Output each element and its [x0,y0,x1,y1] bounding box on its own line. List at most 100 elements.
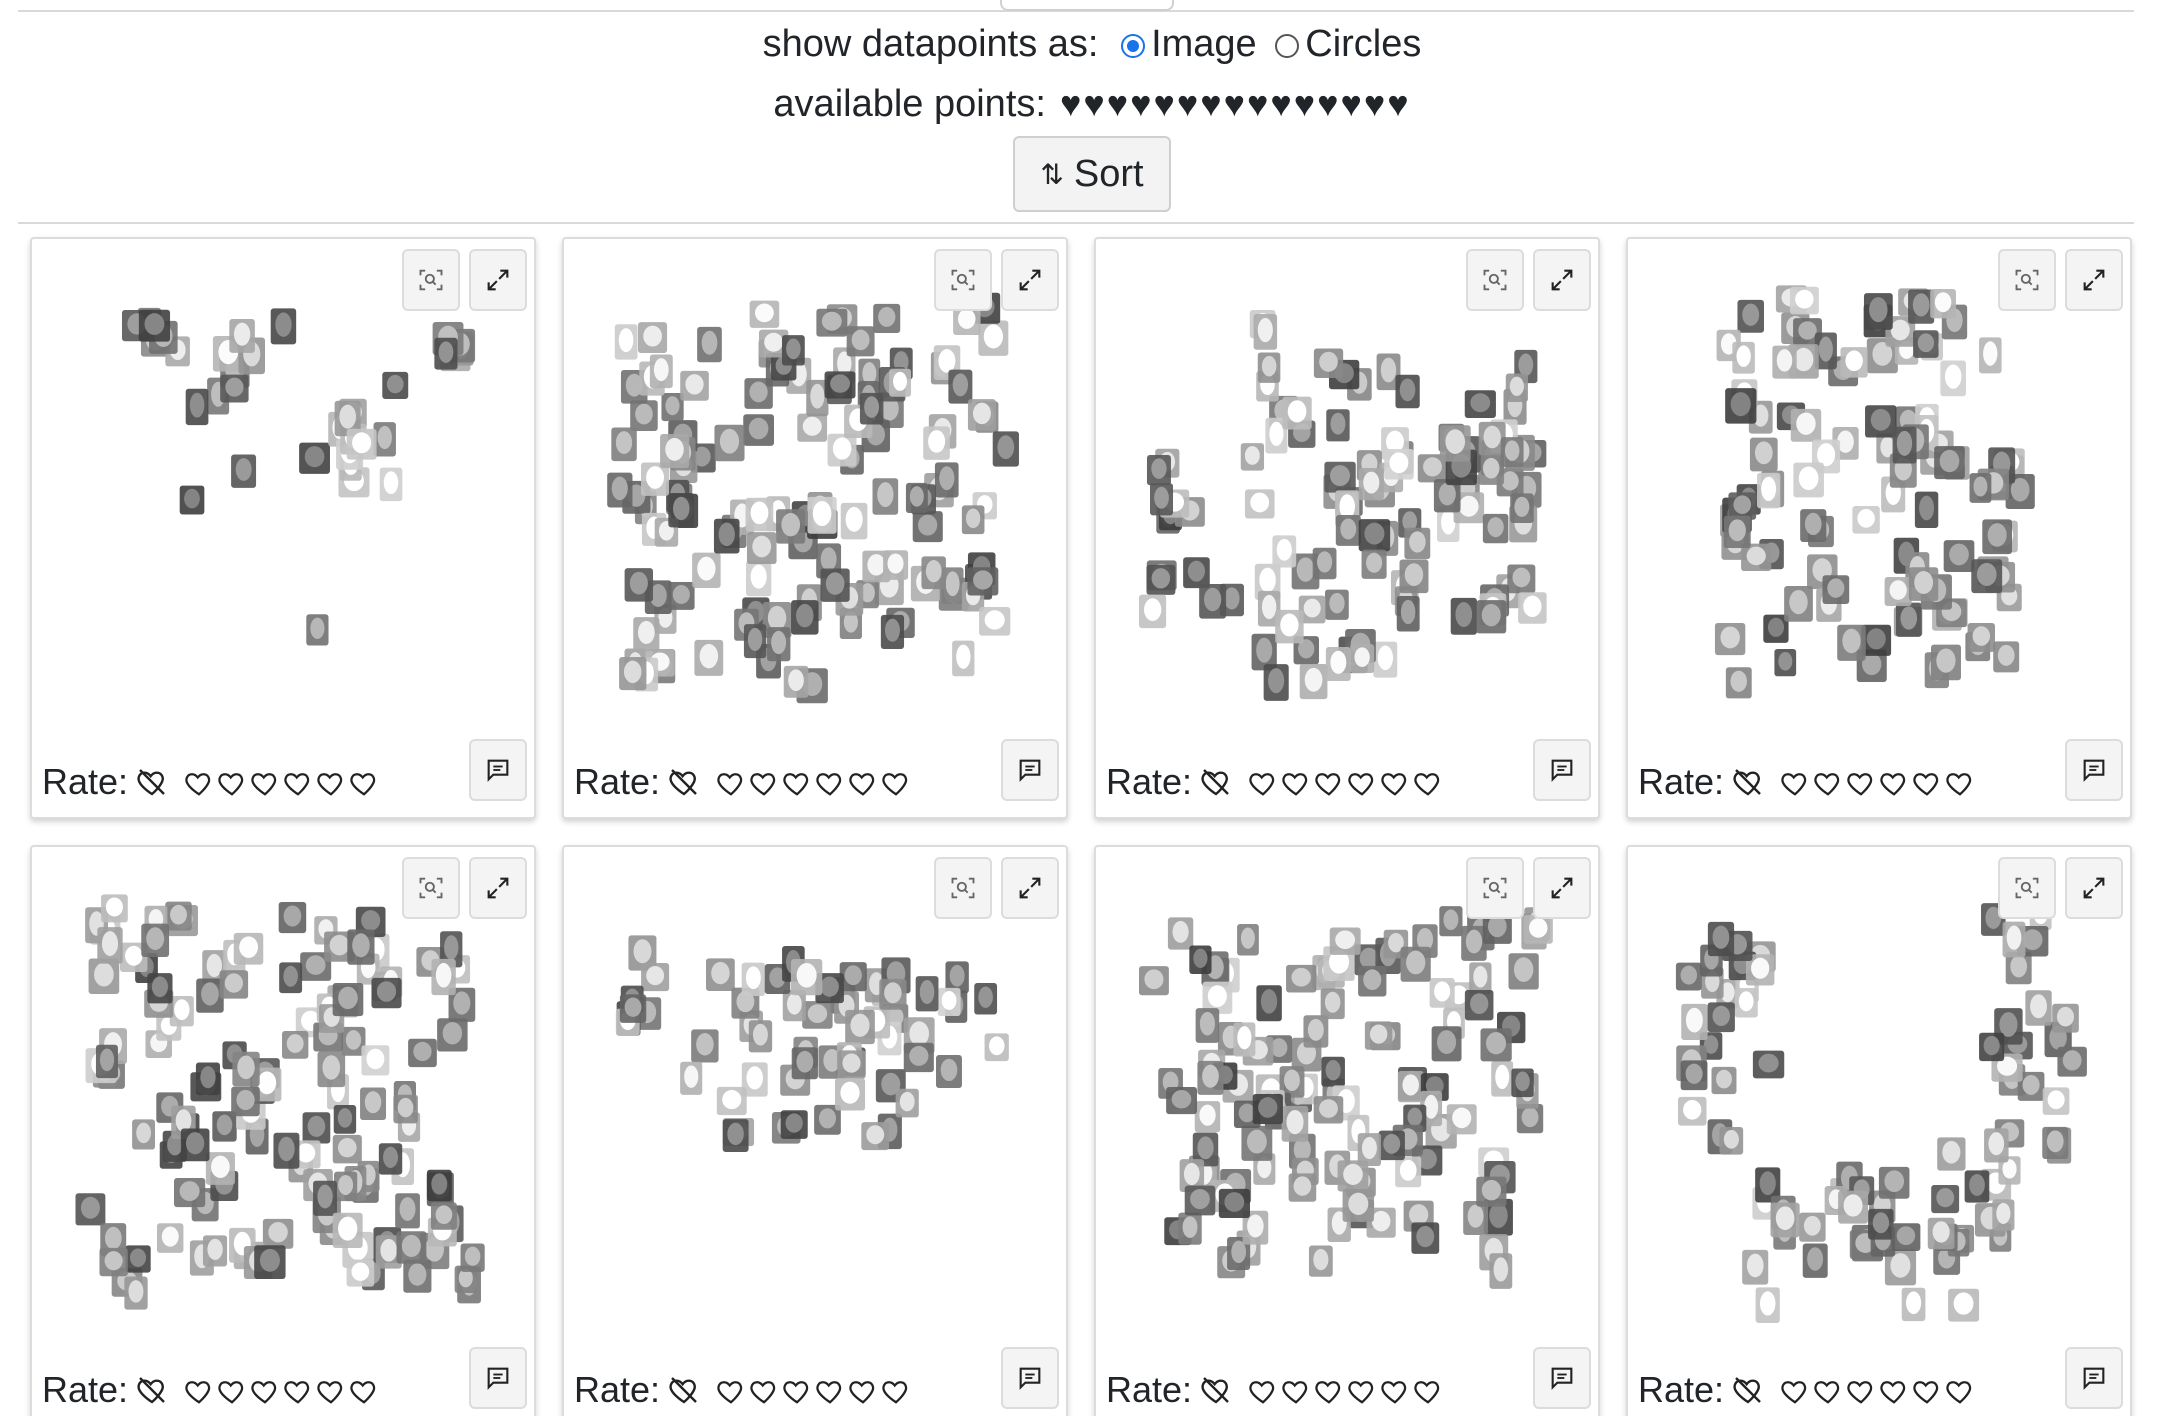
heart-icon[interactable] [349,765,382,806]
heart-icon[interactable] [1846,765,1879,806]
heart-icon[interactable] [1879,765,1912,806]
heart-icon[interactable] [349,1373,382,1414]
expand-button[interactable] [469,249,527,311]
top-tab-handle[interactable] [1000,0,1174,11]
heart-icon[interactable] [1912,765,1945,806]
heart-icon[interactable] [815,765,848,806]
radio-image-label[interactable]: Image [1151,23,1257,65]
projection-plot[interactable] [584,263,1046,719]
radio-circles-label[interactable]: Circles [1305,23,1421,65]
sort-button[interactable]: ⇅ Sort [1013,136,1171,212]
comment-button[interactable] [2065,739,2123,801]
heart-icon[interactable] [881,1373,914,1414]
heart-icon[interactable] [1281,765,1314,806]
heart-icon[interactable] [1813,765,1846,806]
rating-hearts[interactable] [716,765,914,807]
comment-button[interactable] [1001,739,1059,801]
heart-icon[interactable] [1380,765,1413,806]
clear-rating-icon[interactable] [1200,1373,1232,1415]
comment-button[interactable] [2065,1347,2123,1409]
locate-button[interactable] [1998,249,2056,311]
heart-icon[interactable] [1846,1373,1879,1414]
heart-icon[interactable] [1314,765,1347,806]
heart-icon[interactable] [1945,1373,1978,1414]
heart-icon[interactable] [316,765,349,806]
projection-plot[interactable] [1648,263,2110,719]
projection-plot[interactable] [1116,871,1578,1327]
locate-button[interactable] [934,857,992,919]
heart-icon[interactable] [1879,1373,1912,1414]
expand-button[interactable] [1001,249,1059,311]
locate-button[interactable] [1466,857,1524,919]
rating-hearts[interactable] [716,1373,914,1415]
heart-icon[interactable] [184,765,217,806]
heart-icon[interactable] [716,1373,749,1414]
rating-hearts[interactable] [1248,765,1446,807]
rating-hearts[interactable] [184,1373,382,1415]
heart-icon[interactable] [250,765,283,806]
heart-icon[interactable] [283,765,316,806]
heart-icon[interactable] [749,1373,782,1414]
clear-rating-icon[interactable] [1732,1373,1764,1415]
rating-hearts[interactable] [1780,1373,1978,1415]
heart-icon[interactable] [1248,765,1281,806]
comment-button[interactable] [1533,1347,1591,1409]
expand-button[interactable] [469,857,527,919]
rating-hearts[interactable] [1780,765,1978,807]
projection-plot[interactable] [584,871,1046,1327]
clear-rating-icon[interactable] [136,1373,168,1415]
expand-button[interactable] [2065,857,2123,919]
heart-icon[interactable] [1314,1373,1347,1414]
locate-button[interactable] [1998,857,2056,919]
projection-plot[interactable] [1648,871,2110,1327]
heart-icon[interactable] [1813,1373,1846,1414]
rating-hearts[interactable] [1248,1373,1446,1415]
expand-button[interactable] [1001,857,1059,919]
comment-button[interactable] [1001,1347,1059,1409]
expand-button[interactable] [2065,249,2123,311]
expand-button[interactable] [1533,857,1591,919]
heart-icon[interactable] [881,765,914,806]
expand-button[interactable] [1533,249,1591,311]
heart-icon[interactable] [217,765,250,806]
heart-icon[interactable] [217,1373,250,1414]
heart-icon[interactable] [316,1373,349,1414]
radio-image[interactable] [1121,34,1146,58]
heart-icon[interactable] [1780,765,1813,806]
heart-icon[interactable] [1248,1373,1281,1414]
projection-plot[interactable] [1116,263,1578,719]
comment-button[interactable] [1533,739,1591,801]
heart-icon[interactable] [848,765,881,806]
heart-icon[interactable] [283,1373,316,1414]
heart-icon[interactable] [782,765,815,806]
heart-icon[interactable] [250,1373,283,1414]
heart-icon[interactable] [749,765,782,806]
heart-icon[interactable] [1912,1373,1945,1414]
heart-icon[interactable] [1413,1373,1446,1414]
heart-icon[interactable] [1347,765,1380,806]
heart-icon[interactable] [1945,765,1978,806]
comment-button[interactable] [469,1347,527,1409]
projection-plot[interactable] [52,263,514,719]
clear-rating-icon[interactable] [668,765,700,807]
locate-button[interactable] [402,249,460,311]
rating-hearts[interactable] [184,765,382,807]
clear-rating-icon[interactable] [1200,765,1232,807]
clear-rating-icon[interactable] [668,1373,700,1415]
heart-icon[interactable] [815,1373,848,1414]
radio-circles[interactable] [1275,34,1300,58]
heart-icon[interactable] [782,1373,815,1414]
heart-icon[interactable] [184,1373,217,1414]
locate-button[interactable] [1466,249,1524,311]
heart-icon[interactable] [848,1373,881,1414]
heart-icon[interactable] [1780,1373,1813,1414]
clear-rating-icon[interactable] [136,765,168,807]
locate-button[interactable] [934,249,992,311]
heart-icon[interactable] [716,765,749,806]
clear-rating-icon[interactable] [1732,765,1764,807]
heart-icon[interactable] [1347,1373,1380,1414]
heart-icon[interactable] [1281,1373,1314,1414]
comment-button[interactable] [469,739,527,801]
heart-icon[interactable] [1380,1373,1413,1414]
projection-plot[interactable] [52,871,514,1327]
